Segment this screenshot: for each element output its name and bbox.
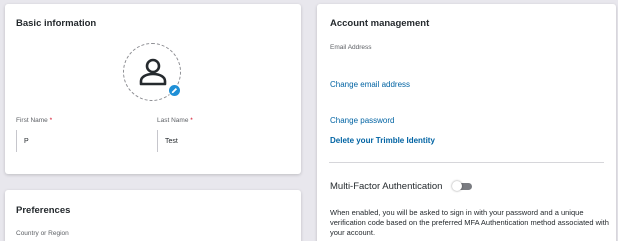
required-mark: * — [190, 117, 193, 124]
country-region-label: Country or Region — [16, 230, 69, 237]
basic-information-card: Basic information First Name * Last Name… — [5, 4, 301, 174]
account-management-title: Account management — [330, 18, 430, 29]
required-mark: * — [49, 117, 53, 124]
pencil-icon — [171, 87, 178, 94]
mfa-toggle[interactable] — [452, 181, 473, 191]
mfa-description: When enabled, you will be asked to sign … — [330, 208, 609, 237]
basic-information-title: Basic information — [16, 18, 97, 29]
first-name-field[interactable] — [16, 130, 146, 152]
change-password-link[interactable]: Change password — [330, 116, 394, 125]
preferences-card: Preferences Country or Region — [5, 190, 301, 241]
email-address-label: Email Address — [330, 44, 372, 51]
divider — [329, 162, 604, 163]
last-name-label: Last Name * — [157, 117, 193, 124]
last-name-field[interactable] — [157, 130, 287, 152]
toggle-knob — [452, 181, 462, 191]
first-name-label: First Name * — [16, 117, 53, 124]
preferences-title: Preferences — [16, 205, 71, 216]
delete-identity-link[interactable]: Delete your Trimble Identity — [330, 136, 435, 145]
edit-avatar-button[interactable] — [168, 84, 181, 97]
account-management-card: Account management Email Address Change … — [317, 4, 616, 241]
mfa-title: Multi-Factor Authentication — [330, 181, 443, 192]
user-outline-icon — [139, 58, 167, 86]
change-email-link[interactable]: Change email address — [330, 80, 410, 89]
